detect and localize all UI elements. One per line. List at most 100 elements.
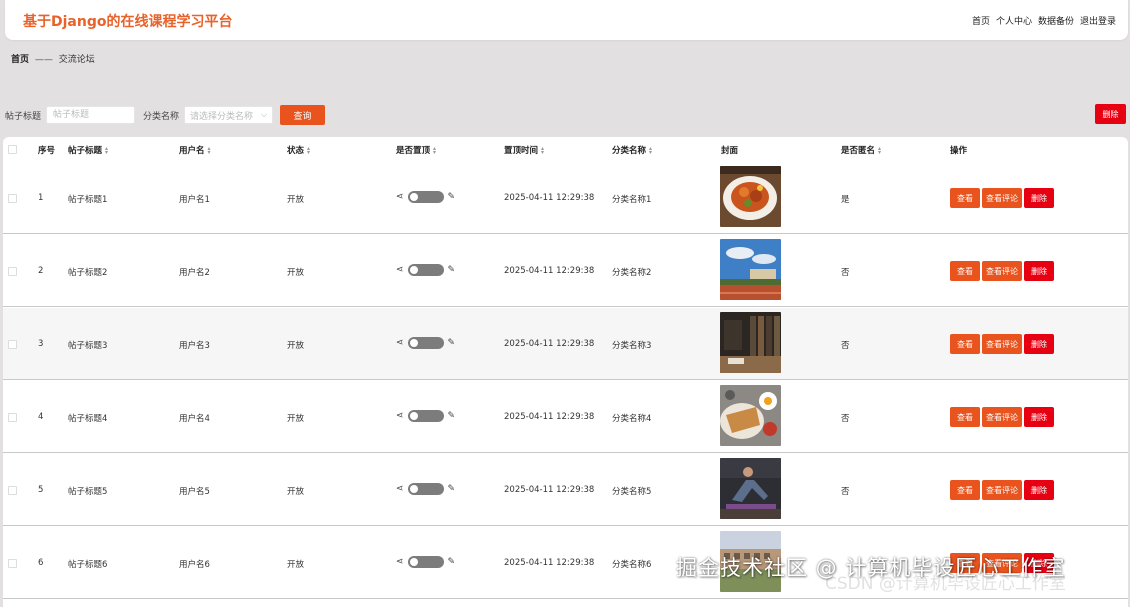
nav-home[interactable]: 首页 xyxy=(972,14,990,27)
query-button[interactable]: 查询 xyxy=(280,105,326,125)
edit-icon[interactable]: ✎ xyxy=(448,411,456,421)
sort-icon[interactable]: ▴ ▾ xyxy=(208,145,211,155)
category-select-placeholder: 请选择分类名称 xyxy=(190,111,254,122)
chevron-down-icon: ⌵ xyxy=(260,110,268,119)
col-is-top[interactable]: 是否置顶 ▴ ▾ xyxy=(396,144,436,156)
title-filter-input[interactable] xyxy=(46,106,136,124)
view-comments-button[interactable]: 查看评论 xyxy=(982,480,1022,500)
row-checkbox[interactable] xyxy=(8,486,17,495)
view-comments-button[interactable]: 查看评论 xyxy=(982,407,1022,427)
row-title: 帖子标题3 xyxy=(68,341,108,351)
view-button[interactable]: 查看 xyxy=(950,334,980,354)
col-index: 序号 xyxy=(38,146,56,156)
row-title: 帖子标题1 xyxy=(68,195,108,205)
row-top-time: 2025-04-11 12:29:38 xyxy=(504,193,595,203)
view-comments-button[interactable]: 查看评论 xyxy=(982,334,1022,354)
cover-image-library[interactable] xyxy=(720,312,781,373)
share-icon[interactable]: ⋖ xyxy=(396,338,404,348)
row-checkbox[interactable] xyxy=(8,559,17,568)
share-icon[interactable]: ⋖ xyxy=(396,192,404,202)
row-top-time: 2025-04-11 12:29:38 xyxy=(504,266,595,276)
is-top-toggle[interactable] xyxy=(407,410,444,422)
row-category: 分类名称5 xyxy=(612,487,652,497)
delete-button[interactable]: 删除 xyxy=(1024,407,1054,427)
share-icon[interactable]: ⋖ xyxy=(396,557,404,567)
edit-icon[interactable]: ✎ xyxy=(448,484,456,494)
row-checkbox[interactable] xyxy=(8,340,17,349)
sort-icon[interactable]: ▴ ▾ xyxy=(105,145,108,155)
col-status[interactable]: 状态 ▴ ▾ xyxy=(287,144,310,156)
view-comments-button[interactable]: 查看评论 xyxy=(982,261,1022,281)
row-index: 2 xyxy=(38,266,44,276)
category-filter-label: 分类名称 xyxy=(143,111,180,122)
view-comments-button[interactable]: 查看评论 xyxy=(982,188,1022,208)
view-button[interactable]: 查看 xyxy=(950,188,980,208)
sort-icon[interactable]: ▴ ▾ xyxy=(307,145,310,155)
row-status: 开放 xyxy=(287,560,305,570)
is-top-toggle[interactable] xyxy=(407,337,444,349)
row-top-time: 2025-04-11 12:29:38 xyxy=(504,339,595,349)
nav-data-backup[interactable]: 数据备份 xyxy=(1038,14,1074,27)
col-top-time[interactable]: 置顶时间 ▴ ▾ xyxy=(504,144,544,156)
toggle-knob xyxy=(409,339,418,347)
is-top-toggle[interactable] xyxy=(407,264,444,276)
is-top-toggle[interactable] xyxy=(407,556,444,568)
top-nav: 首页 个人中心 数据备份 退出登录 xyxy=(972,14,1116,27)
table-header: 序号 帖子标题 ▴ ▾ 用户名 ▴ ▾ 状态 ▴ ▾ 是否置顶 ▴ ▾ 置顶时间 ▴ ▾ 分类名称 ▴… xyxy=(3,137,1128,162)
delete-button[interactable]: 删除 xyxy=(1024,261,1054,281)
edit-icon[interactable]: ✎ xyxy=(448,338,456,348)
cover-image-breakfast[interactable] xyxy=(720,385,781,446)
row-user: 用户名3 xyxy=(179,341,210,351)
sort-icon[interactable]: ▴ ▾ xyxy=(649,145,652,155)
sort-icon[interactable]: ▴ ▾ xyxy=(878,145,881,155)
view-button[interactable]: 查看 xyxy=(950,407,980,427)
sort-icon[interactable]: ▴ ▾ xyxy=(541,145,544,155)
is-top-toggle[interactable] xyxy=(407,191,444,203)
row-status: 开放 xyxy=(287,414,305,424)
edit-icon[interactable]: ✎ xyxy=(448,192,456,202)
col-user[interactable]: 用户名 ▴ ▾ xyxy=(179,144,211,156)
breadcrumb: 首页 —— 交流论坛 xyxy=(11,52,95,65)
col-title[interactable]: 帖子标题 ▴ ▾ xyxy=(68,144,108,156)
row-status: 开放 xyxy=(287,195,305,205)
forum-table: 序号 帖子标题 ▴ ▾ 用户名 ▴ ▾ 状态 ▴ ▾ 是否置顶 ▴ ▾ 置顶时间 ▴ ▾ 分类名称 ▴… xyxy=(3,137,1128,607)
top-controls: ⋖ ✎ xyxy=(396,410,455,422)
category-select[interactable]: 请选择分类名称 ⌵ xyxy=(184,106,274,124)
delete-button[interactable]: 删除 xyxy=(1024,334,1054,354)
cover-image-food[interactable] xyxy=(720,166,781,227)
toggle-knob xyxy=(409,266,418,274)
nav-personal-center[interactable]: 个人中心 xyxy=(996,14,1032,27)
app-title: 基于Django的在线课程学习平台 xyxy=(23,14,233,30)
row-checkbox[interactable] xyxy=(8,267,17,276)
batch-delete-button[interactable]: 删除 xyxy=(1095,104,1126,124)
view-button[interactable]: 查看 xyxy=(950,480,980,500)
row-actions: 查看 查看评论 删除 xyxy=(950,334,1054,354)
share-icon[interactable]: ⋖ xyxy=(396,484,404,494)
edit-icon[interactable]: ✎ xyxy=(448,557,456,567)
cover-image-yoga[interactable] xyxy=(720,458,781,519)
col-category[interactable]: 分类名称 ▴ ▾ xyxy=(612,144,652,156)
delete-button[interactable]: 删除 xyxy=(1024,480,1054,500)
select-all-checkbox[interactable] xyxy=(8,145,17,154)
nav-logout[interactable]: 退出登录 xyxy=(1080,14,1116,27)
row-index: 5 xyxy=(38,485,44,495)
row-checkbox[interactable] xyxy=(8,413,17,422)
row-category: 分类名称2 xyxy=(612,268,652,278)
col-anonymous[interactable]: 是否匿名 ▴ ▾ xyxy=(841,144,881,156)
row-user: 用户名6 xyxy=(179,560,210,570)
share-icon[interactable]: ⋖ xyxy=(396,411,404,421)
cover-image-campus[interactable] xyxy=(720,239,781,300)
row-anonymous: 否 xyxy=(841,487,850,497)
share-icon[interactable]: ⋖ xyxy=(396,265,404,275)
search-bar: 帖子标题 分类名称 请选择分类名称 ⌵ 查询 xyxy=(5,105,326,125)
sort-icon[interactable]: ▴ ▾ xyxy=(433,145,436,155)
view-button[interactable]: 查看 xyxy=(950,261,980,281)
edit-icon[interactable]: ✎ xyxy=(448,265,456,275)
row-checkbox[interactable] xyxy=(8,194,17,203)
breadcrumb-home[interactable]: 首页 xyxy=(11,55,29,65)
col-cover: 封面 xyxy=(721,146,739,156)
delete-button[interactable]: 删除 xyxy=(1024,188,1054,208)
is-top-toggle[interactable] xyxy=(407,483,444,495)
row-actions: 查看 查看评论 删除 xyxy=(950,407,1054,427)
row-anonymous: 是 xyxy=(841,195,850,205)
